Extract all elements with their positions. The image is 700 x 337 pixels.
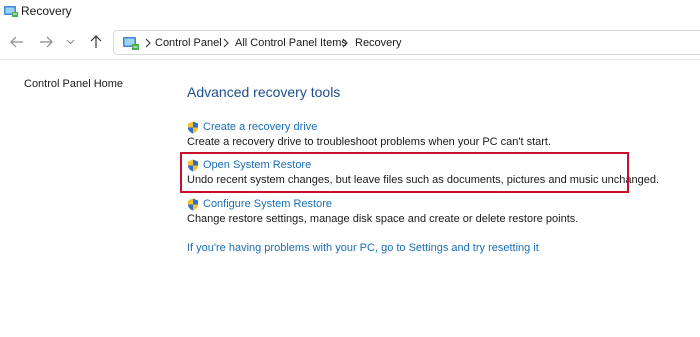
- task-description: Create a recovery drive to troubleshoot …: [187, 136, 552, 148]
- chevron-right-icon: [223, 38, 229, 48]
- window-title: Recovery: [21, 4, 72, 18]
- uac-shield-icon: [188, 198, 198, 210]
- forward-button[interactable]: [38, 34, 54, 50]
- highlight-box: [180, 152, 629, 193]
- reset-pc-link[interactable]: If you're having problems with your PC, …: [187, 242, 539, 254]
- control-panel-home-link[interactable]: Control Panel Home: [24, 78, 123, 90]
- chevron-right-icon: [342, 38, 348, 48]
- chevron-right-icon: [145, 38, 151, 48]
- back-button[interactable]: [9, 34, 25, 50]
- arrow-right-icon: [40, 36, 53, 48]
- task-link-label: Create a recovery drive: [203, 121, 318, 133]
- arrow-up-icon: [90, 35, 102, 48]
- control-panel-icon: [4, 6, 18, 17]
- page-title: Advanced recovery tools: [187, 84, 341, 100]
- breadcrumb-recovery[interactable]: Recovery: [355, 37, 401, 49]
- task-create-recovery-drive: Create a recovery drive Create a recover…: [187, 120, 551, 148]
- control-panel-icon: [123, 37, 139, 50]
- uac-shield-icon: [188, 121, 198, 133]
- task-configure-system-restore: Configure System Restore Change restore …: [187, 197, 578, 225]
- task-link-label: Configure System Restore: [203, 198, 332, 210]
- breadcrumb-all-items[interactable]: All Control Panel Items: [235, 37, 347, 49]
- chevron-down-icon: [66, 39, 74, 45]
- breadcrumb-control-panel[interactable]: Control Panel: [155, 37, 222, 49]
- title-bar: Recovery: [0, 0, 700, 24]
- recent-locations-button[interactable]: [64, 34, 76, 50]
- address-bar[interactable]: Control Panel All Control Panel Items Re…: [113, 30, 700, 55]
- up-button[interactable]: [88, 34, 104, 50]
- configure-system-restore-link[interactable]: Configure System Restore: [187, 197, 578, 211]
- task-description: Change restore settings, manage disk spa…: [187, 213, 579, 225]
- arrow-left-icon: [10, 36, 23, 48]
- create-recovery-drive-link[interactable]: Create a recovery drive: [187, 120, 551, 134]
